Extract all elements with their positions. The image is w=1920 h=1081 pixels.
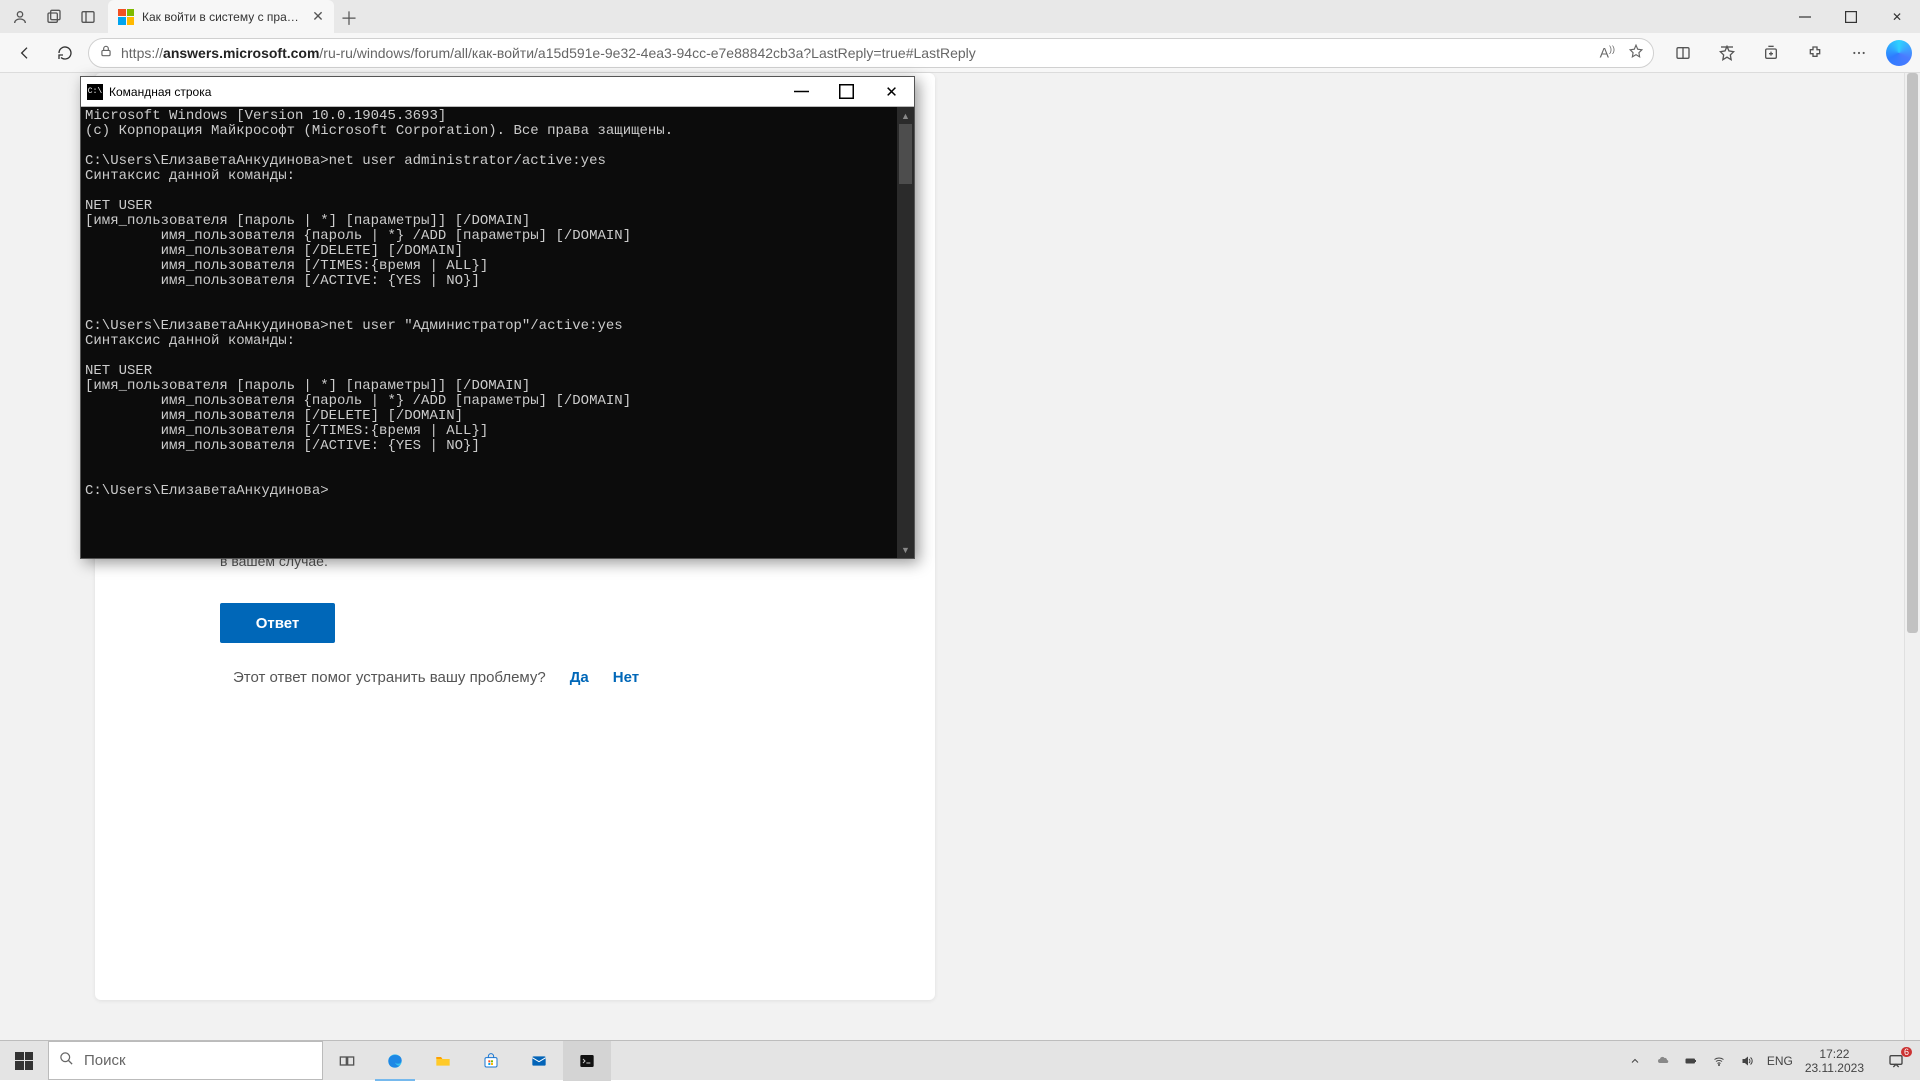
browser-tab[interactable]: Как войти в систему с правами ✕ <box>108 0 334 33</box>
url-text: https://answers.microsoft.com/ru-ru/wind… <box>121 45 1592 61</box>
workspaces-icon[interactable] <box>44 7 64 27</box>
address-bar[interactable]: https://answers.microsoft.com/ru-ru/wind… <box>88 38 1654 68</box>
tray-time: 17:22 <box>1805 1047 1864 1061</box>
tray-language[interactable]: ENG <box>1767 1054 1793 1068</box>
taskbar-search[interactable]: Поиск <box>48 1041 323 1080</box>
taskbar-app-explorer[interactable] <box>419 1041 467 1081</box>
extensions-icon[interactable] <box>1798 36 1832 70</box>
tray-date: 23.11.2023 <box>1805 1061 1864 1075</box>
taskbar-app-store[interactable] <box>467 1041 515 1081</box>
tab-title: Как войти в систему с правами <box>142 10 302 24</box>
tray-onedrive-icon[interactable] <box>1655 1053 1671 1069</box>
tray-volume-icon[interactable] <box>1739 1053 1755 1069</box>
helpful-yes-link[interactable]: Да <box>570 669 589 686</box>
page-scrollbar[interactable] <box>1904 73 1920 1040</box>
search-placeholder: Поиск <box>84 1052 126 1069</box>
favorite-icon[interactable] <box>1629 44 1643 61</box>
cmd-close-button[interactable]: ✕ <box>869 77 914 107</box>
browser-toolbar: https://answers.microsoft.com/ru-ru/wind… <box>0 33 1920 73</box>
taskbar: Поиск ENG 17:22 23.11.2023 6 <box>0 1040 1920 1080</box>
collections-icon[interactable] <box>1754 36 1788 70</box>
helpful-no-link[interactable]: Нет <box>613 669 639 686</box>
tray-overflow-icon[interactable] <box>1627 1053 1643 1069</box>
new-tab-button[interactable]: ＋ <box>334 3 364 33</box>
split-screen-icon[interactable] <box>1666 36 1700 70</box>
helpful-question: Этот ответ помог устранить вашу проблему… <box>233 669 546 686</box>
system-tray: ENG 17:22 23.11.2023 <box>1619 1041 1872 1080</box>
reply-button[interactable]: Ответ <box>220 603 335 643</box>
task-view-button[interactable] <box>323 1041 371 1081</box>
site-lock-icon[interactable] <box>99 44 113 61</box>
cmd-scrollbar-thumb[interactable] <box>899 124 912 184</box>
window-close-button[interactable]: ✕ <box>1874 0 1920 33</box>
refresh-button[interactable] <box>48 36 82 70</box>
taskbar-app-cmd[interactable] <box>563 1041 611 1081</box>
cmd-scroll-down-icon[interactable]: ▼ <box>897 541 914 558</box>
more-icon[interactable] <box>1842 36 1876 70</box>
back-button[interactable] <box>8 36 42 70</box>
notification-badge: 6 <box>1901 1047 1912 1057</box>
page-scrollbar-thumb[interactable] <box>1907 73 1918 633</box>
tray-battery-icon[interactable] <box>1683 1053 1699 1069</box>
start-button[interactable] <box>0 1041 48 1080</box>
favorites-icon[interactable] <box>1710 36 1744 70</box>
search-icon <box>59 1051 74 1070</box>
window-maximize-button[interactable] <box>1828 0 1874 33</box>
cmd-minimize-button[interactable] <box>779 77 824 107</box>
cmd-scrollbar[interactable]: ▲ ▼ <box>897 107 914 558</box>
tray-wifi-icon[interactable] <box>1711 1053 1727 1069</box>
cmd-icon: C:\ <box>87 84 103 100</box>
browser-titlebar: Как войти в систему с правами ✕ ＋ ✕ <box>0 0 1920 33</box>
window-minimize-button[interactable] <box>1782 0 1828 33</box>
taskbar-app-mail[interactable] <box>515 1041 563 1081</box>
windows-logo-icon <box>15 1052 33 1070</box>
cmd-maximize-button[interactable] <box>824 77 869 107</box>
notification-center-button[interactable]: 6 <box>1872 1041 1920 1080</box>
taskbar-app-edge[interactable] <box>371 1041 419 1081</box>
tab-actions-icon[interactable] <box>78 7 98 27</box>
cmd-output[interactable]: Microsoft Windows [Version 10.0.19045.36… <box>81 107 897 558</box>
cmd-titlebar[interactable]: C:\ Командная строка ✕ <box>81 77 914 107</box>
cmd-window: C:\ Командная строка ✕ Microsoft Windows… <box>80 76 915 559</box>
tab-close-icon[interactable]: ✕ <box>310 9 326 25</box>
read-aloud-icon[interactable]: A)) <box>1600 44 1615 61</box>
tray-clock[interactable]: 17:22 23.11.2023 <box>1805 1047 1864 1075</box>
favicon-ms-icon <box>118 9 134 25</box>
cmd-title: Командная строка <box>109 85 779 99</box>
cmd-scroll-up-icon[interactable]: ▲ <box>897 107 914 124</box>
profile-icon[interactable] <box>10 7 30 27</box>
copilot-icon[interactable] <box>1886 40 1912 66</box>
helpful-row: Этот ответ помог устранить вашу проблему… <box>233 669 639 686</box>
